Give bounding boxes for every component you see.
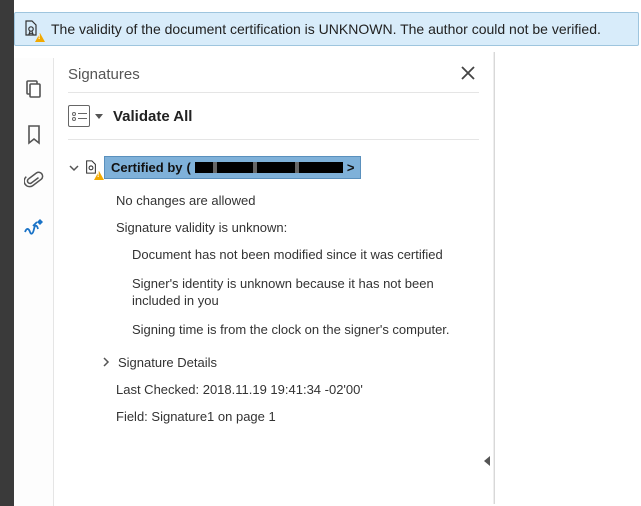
signing-time-text: Signing time is from the clock on the si… <box>68 316 479 345</box>
signatures-tab-icon[interactable] <box>21 214 47 240</box>
validity-unknown-text: Signature validity is unknown: <box>68 214 479 241</box>
signature-tree: Certified by ( > No changes are allowed … <box>68 140 479 430</box>
panel-title: Signatures <box>68 66 140 83</box>
not-modified-text: Document has not been modified since it … <box>68 241 479 270</box>
signatures-panel: Signatures Validate All <box>54 52 494 504</box>
side-rail <box>14 58 54 506</box>
signature-details-label: Signature Details <box>118 355 217 370</box>
signature-entry-row[interactable]: Certified by ( > <box>68 156 479 179</box>
dropdown-caret-icon[interactable] <box>95 114 103 119</box>
certified-open: ( <box>187 160 191 175</box>
identity-unknown-text: Signer's identity is unknown because it … <box>68 270 479 316</box>
certificate-warning-icon <box>23 20 41 38</box>
banner-message: The validity of the document certificati… <box>51 21 601 37</box>
signature-details-row[interactable]: Signature Details <box>68 349 479 376</box>
panel-header: Signatures <box>68 64 479 93</box>
certified-prefix: Certified by <box>111 160 183 175</box>
chevron-right-icon[interactable] <box>100 356 112 368</box>
validate-options-icon[interactable] <box>68 105 90 127</box>
certificate-warning-icon <box>84 160 100 176</box>
attachments-tab-icon[interactable] <box>21 168 47 194</box>
collapse-panel-handle[interactable] <box>480 454 494 468</box>
redacted-name <box>195 162 343 173</box>
field-text: Field: Signature1 on page 1 <box>68 403 479 430</box>
signature-certified-by-label[interactable]: Certified by ( > <box>104 156 361 179</box>
app-left-edge <box>0 0 14 506</box>
validate-all-button[interactable]: Validate All <box>113 108 192 125</box>
validate-toolbar: Validate All <box>68 93 479 140</box>
validity-banner: The validity of the document certificati… <box>14 12 639 46</box>
bookmarks-tab-icon[interactable] <box>21 122 47 148</box>
panel-divider <box>494 52 495 504</box>
last-checked-text: Last Checked: 2018.11.19 19:41:34 -02'00… <box>68 376 479 403</box>
no-changes-text: No changes are allowed <box>68 187 479 214</box>
chevron-down-icon[interactable] <box>68 162 80 174</box>
thumbnails-tab-icon[interactable] <box>21 76 47 102</box>
certified-close: > <box>347 160 355 175</box>
close-icon[interactable] <box>459 64 479 84</box>
